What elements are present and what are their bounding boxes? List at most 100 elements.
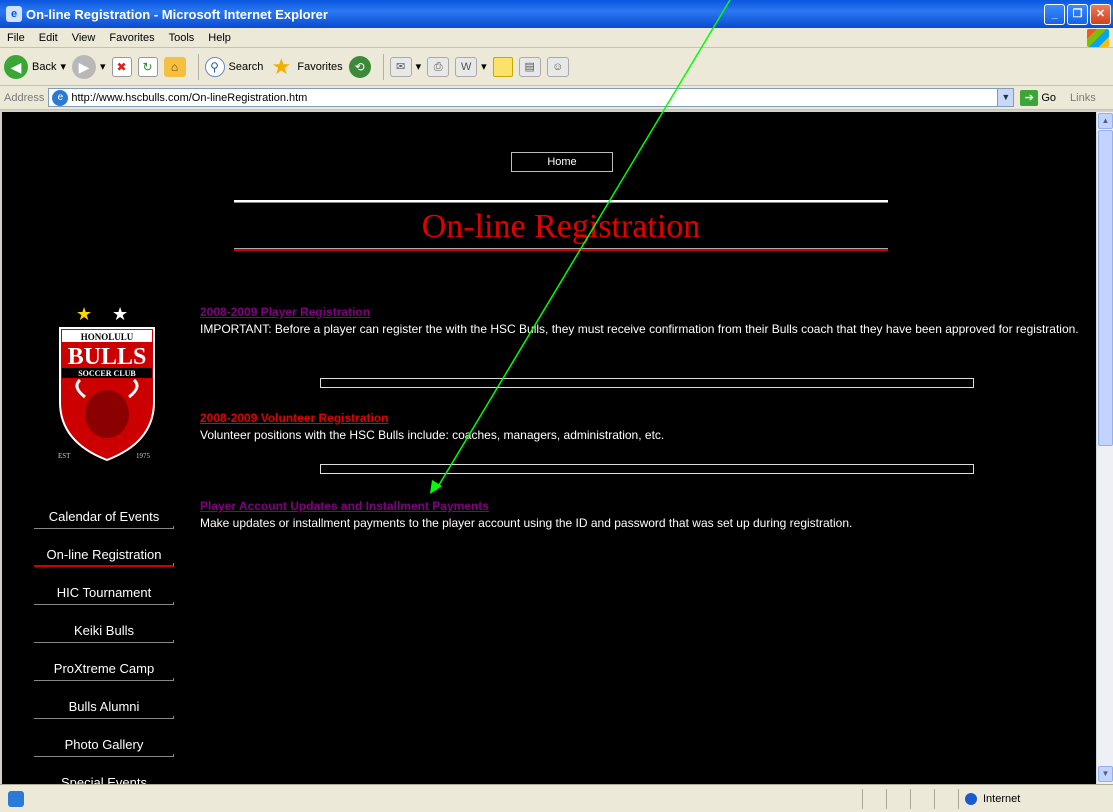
messenger-button[interactable]: ☺ (546, 56, 569, 77)
nav-photo-gallery[interactable]: Photo Gallery (34, 725, 174, 763)
address-url[interactable]: http://www.hscbulls.com/On-lineRegistrat… (71, 92, 997, 104)
scroll-thumb[interactable] (1098, 130, 1113, 446)
search-button[interactable]: ⚲ Search (204, 56, 263, 77)
side-nav: Calendar of Events On-line Registration … (34, 497, 174, 784)
title-rule-top (234, 200, 888, 203)
edit-button[interactable]: W ▾ (455, 56, 487, 77)
dropdown-icon[interactable]: ▾ (60, 60, 66, 73)
menu-edit[interactable]: Edit (32, 32, 65, 44)
print-icon: ⎙ (427, 56, 450, 77)
window-title: On-line Registration - Microsoft Interne… (26, 6, 328, 22)
account-updates-link[interactable]: Player Account Updates and Installment P… (200, 498, 1090, 515)
nav-proxtreme-camp[interactable]: ProXtreme Camp (34, 649, 174, 687)
page-icon: e (52, 89, 69, 106)
forward-arrow-icon: ▶ (72, 54, 96, 79)
menu-tools[interactable]: Tools (162, 32, 202, 44)
menu-help[interactable]: Help (201, 32, 238, 44)
scroll-up-icon[interactable]: ▲ (1098, 113, 1113, 129)
page-title: On-line Registration (421, 208, 701, 245)
stop-icon: ✖ (111, 56, 132, 77)
forward-button[interactable]: ▶ ▾ (72, 54, 106, 79)
player-registration-section: 2008-2009 Player Registration IMPORTANT:… (200, 304, 1090, 338)
nav-special-events[interactable]: Special Events (34, 763, 174, 785)
status-cell (886, 788, 910, 809)
status-cells: Internet (862, 788, 1113, 809)
refresh-button[interactable]: ↻ (137, 56, 158, 77)
history-icon: ⟲ (348, 55, 371, 78)
back-button[interactable]: ◀ Back ▾ (4, 54, 66, 79)
home-toolbar-button[interactable]: ⌂ (163, 56, 186, 77)
player-registration-text: IMPORTANT: Before a player can register … (200, 322, 1079, 336)
mail-button[interactable]: ✉ ▾ (389, 56, 422, 77)
vertical-scrollbar[interactable]: ▲ ▼ (1096, 112, 1113, 784)
dropdown-icon[interactable]: ▾ (100, 60, 106, 73)
menu-view[interactable]: View (65, 32, 103, 44)
back-label: Back (32, 60, 57, 73)
links-toolbar[interactable]: Links (1070, 92, 1096, 104)
svg-text:★: ★ (76, 304, 92, 325)
zone-label: Internet (983, 792, 1021, 805)
logo-main-text: BULLS (68, 344, 147, 370)
nav-hic-tournament[interactable]: HIC Tournament (34, 573, 174, 611)
history-button[interactable]: ⟲ (348, 55, 371, 78)
volunteer-registration-section: 2008-2009 Volunteer Registration Volunte… (200, 410, 1090, 444)
title-rule-bottom (234, 248, 888, 251)
security-zone: Internet (958, 788, 1113, 809)
nav-keiki-bulls[interactable]: Keiki Bulls (34, 611, 174, 649)
volunteer-registration-text: Volunteer positions with the HSC Bulls i… (200, 428, 665, 442)
account-updates-text: Make updates or installment payments to … (200, 516, 853, 530)
note-icon (492, 56, 513, 77)
dropdown-icon[interactable]: ▾ (416, 60, 422, 73)
address-bar: Address e http://www.hscbulls.com/On-lin… (0, 86, 1113, 110)
stop-button[interactable]: ✖ (111, 56, 132, 77)
status-bar: Internet (0, 784, 1113, 812)
minimize-button[interactable]: _ (1044, 3, 1065, 25)
maximize-button[interactable]: ❐ (1067, 3, 1088, 25)
globe-icon (965, 792, 977, 805)
toolbar: ◀ Back ▾ ▶ ▾ ✖ ↻ ⌂ ⚲ Search ★ Favorites … (0, 48, 1113, 86)
dropdown-icon[interactable]: ▾ (481, 60, 487, 73)
menu-favorites[interactable]: Favorites (102, 32, 161, 44)
address-dropdown-icon[interactable]: ▼ (997, 89, 1014, 106)
account-updates-section: Player Account Updates and Installment P… (200, 498, 1090, 532)
svg-text:★: ★ (112, 304, 128, 325)
separator (382, 53, 384, 80)
status-cell (910, 788, 934, 809)
windows-logo-icon (1087, 28, 1109, 47)
bulls-logo: ★ ★ HONOLULU BULLS SOCCER CLUB EST 1975 (58, 304, 155, 462)
discuss-button[interactable] (492, 56, 513, 77)
scroll-down-icon[interactable]: ▼ (1098, 766, 1113, 782)
nav-bulls-alumni[interactable]: Bulls Alumni (34, 687, 174, 725)
back-arrow-icon: ◀ (4, 54, 28, 79)
volunteer-registration-link[interactable]: 2008-2009 Volunteer Registration (200, 410, 1090, 427)
page-content: Home On-line Registration ★ ★ HONOLULU B… (2, 112, 1096, 784)
menu-file[interactable]: File (0, 32, 32, 44)
page-status-icon (8, 790, 24, 807)
section-divider (320, 464, 974, 474)
menu-bar: File Edit View Favorites Tools Help (0, 28, 1113, 48)
status-cell (862, 788, 886, 809)
research-button[interactable]: ▤ (518, 56, 541, 77)
address-label: Address (4, 91, 45, 104)
home-icon: ⌂ (163, 56, 186, 77)
nav-online-registration[interactable]: On-line Registration (34, 535, 174, 573)
logo-year-text: 1975 (136, 452, 151, 460)
close-button[interactable]: ✕ (1090, 3, 1111, 25)
home-link[interactable]: Home (511, 152, 613, 172)
address-input[interactable]: e http://www.hscbulls.com/On-lineRegistr… (48, 88, 1015, 107)
logo-top-text: HONOLULU (81, 332, 134, 342)
go-arrow-icon: ➔ (1020, 89, 1039, 106)
nav-calendar-of-events[interactable]: Calendar of Events (34, 497, 174, 535)
favorites-button[interactable]: ★ Favorites (269, 54, 343, 79)
section-divider (320, 378, 974, 388)
refresh-icon: ↻ (137, 56, 158, 77)
ie-icon: e (6, 6, 22, 22)
status-cell (934, 788, 958, 809)
word-icon: W (455, 56, 478, 77)
logo-sub-text: SOCCER CLUB (78, 369, 136, 378)
search-icon: ⚲ (204, 56, 225, 77)
player-registration-link[interactable]: 2008-2009 Player Registration (200, 304, 1090, 321)
print-button[interactable]: ⎙ (427, 56, 450, 77)
go-button[interactable]: ➔ Go (1020, 89, 1057, 106)
go-label: Go (1041, 91, 1057, 104)
